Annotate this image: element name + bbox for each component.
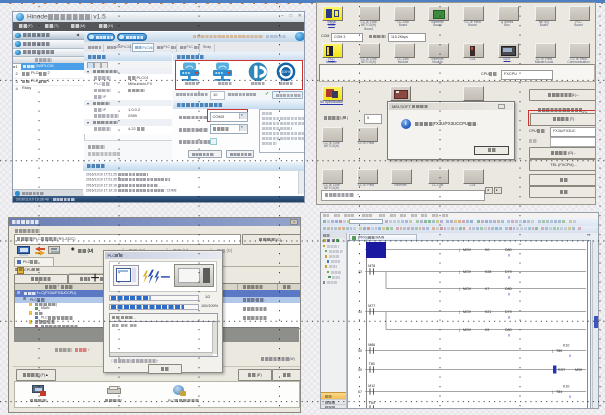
svg-text:0: 0: [569, 354, 571, 358]
svg-text:MOV: MOV: [463, 310, 472, 314]
svg-text:59: 59: [358, 368, 362, 372]
svg-text:0: 0: [508, 293, 510, 297]
svg-text:K0: K0: [485, 248, 489, 252]
svg-text:K7: K7: [485, 287, 489, 291]
svg-text:K28: K28: [485, 270, 491, 274]
svg-text:MOV: MOV: [463, 270, 472, 274]
svg-text:M77: M77: [368, 304, 375, 308]
svg-text:K21: K21: [485, 310, 491, 314]
svg-text:M12: M12: [368, 384, 375, 388]
svg-text:T80: T80: [369, 362, 375, 366]
svg-text:0: 0: [508, 254, 510, 258]
svg-text:67: 67: [358, 390, 362, 394]
svg-text:MOV: MOV: [463, 287, 472, 291]
svg-text:44: 44: [358, 310, 362, 314]
svg-text:MOV: MOV: [463, 328, 472, 332]
svg-text:100%: 100%: [282, 70, 291, 74]
svg-text:RST: RST: [558, 368, 566, 372]
svg-text:D80: D80: [505, 287, 512, 291]
svg-text:50: 50: [358, 349, 362, 353]
svg-text:8: 8: [508, 276, 510, 280]
svg-text:M78: M78: [368, 264, 375, 268]
svg-text:8: 8: [508, 316, 510, 320]
svg-text:0: 0: [508, 334, 510, 338]
svg-text:T80: T80: [556, 349, 562, 353]
svg-text:M99: M99: [575, 368, 582, 372]
svg-text:M86: M86: [368, 343, 375, 347]
svg-text:T84: T84: [369, 401, 375, 405]
svg-text:D79: D79: [505, 310, 512, 314]
svg-text:MOV: MOV: [463, 248, 472, 252]
svg-text:K10: K10: [563, 344, 569, 348]
svg-text:0: 0: [569, 395, 571, 399]
svg-text:K9: K9: [485, 328, 489, 332]
svg-text:D80: D80: [505, 328, 512, 332]
svg-text:D80: D80: [505, 248, 512, 252]
svg-text:33: 33: [358, 270, 362, 274]
svg-text:K10: K10: [563, 385, 569, 389]
svg-text:T84: T84: [556, 390, 562, 394]
svg-text:D79: D79: [505, 270, 512, 274]
